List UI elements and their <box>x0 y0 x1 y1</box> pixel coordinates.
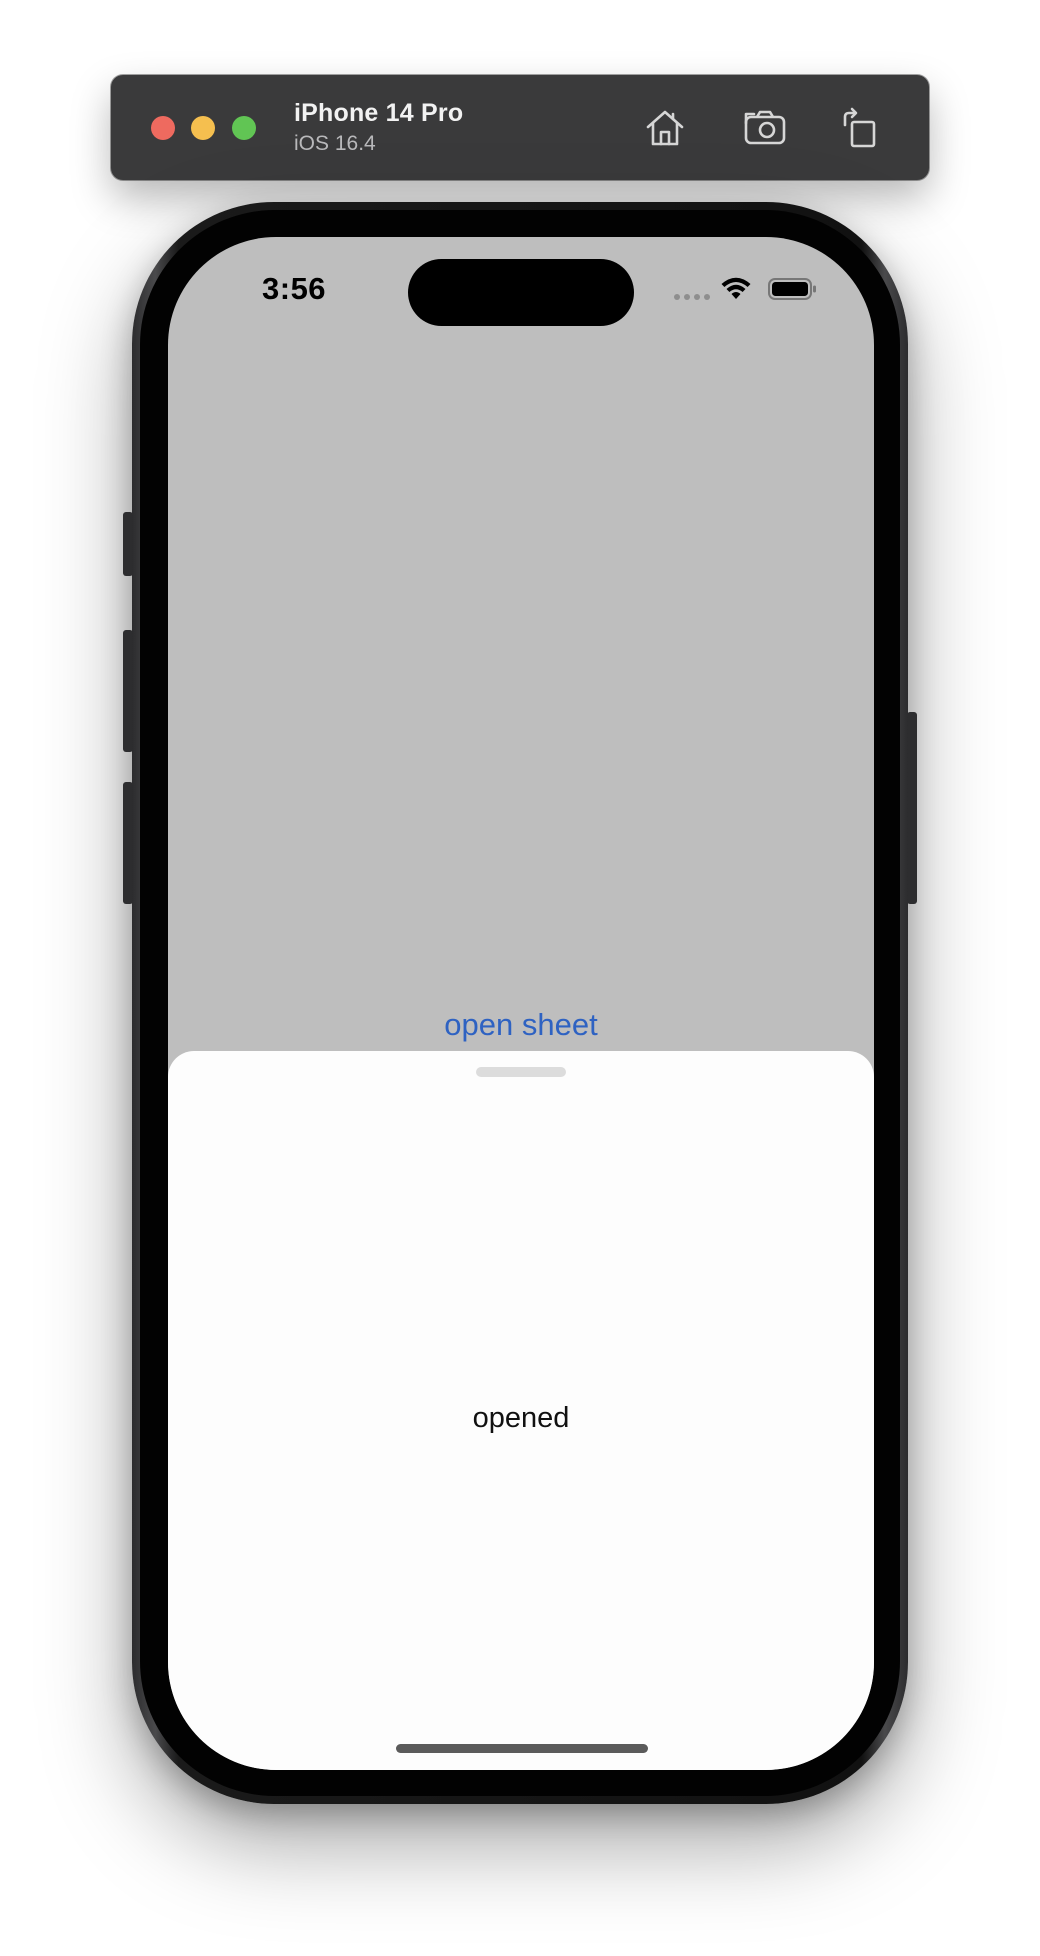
simulator-window: iPhone 14 Pro iOS 16.4 3:56 open sheet o… <box>0 0 1040 1956</box>
device-os-version: iOS 16.4 <box>294 132 376 155</box>
sheet-grabber[interactable] <box>476 1067 566 1077</box>
dynamic-island <box>408 259 634 326</box>
simulator-toolbar: iPhone 14 Pro iOS 16.4 <box>111 75 929 180</box>
power-button[interactable] <box>907 712 917 904</box>
screenshot-icon[interactable] <box>742 105 788 151</box>
device-name: iPhone 14 Pro <box>294 99 464 127</box>
bottom-sheet: opened <box>168 1051 874 1770</box>
rotate-icon[interactable] <box>837 105 883 151</box>
device-screen: 3:56 open sheet opened <box>168 237 874 1770</box>
close-window-button[interactable] <box>151 116 175 140</box>
battery-icon <box>768 277 818 301</box>
open-sheet-button[interactable]: open sheet <box>168 1007 874 1043</box>
minimize-window-button[interactable] <box>191 116 215 140</box>
zoom-window-button[interactable] <box>232 116 256 140</box>
wifi-icon <box>720 275 752 301</box>
status-time: 3:56 <box>262 271 327 306</box>
home-icon[interactable] <box>642 105 688 151</box>
home-indicator[interactable] <box>396 1744 648 1753</box>
sheet-text: opened <box>472 1402 570 1434</box>
signal-icon <box>674 294 710 300</box>
